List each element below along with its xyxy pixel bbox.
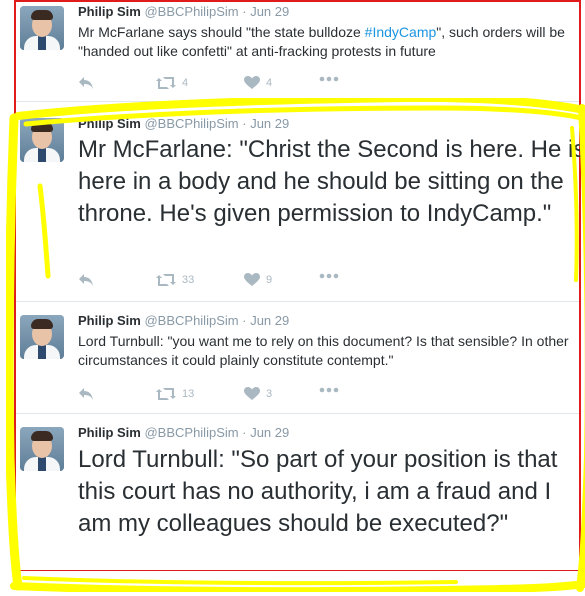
more-dots-icon	[319, 76, 339, 82]
author-name[interactable]: Philip Sim	[78, 313, 141, 328]
reply-arrow-icon	[79, 77, 93, 89]
separator-dot: ·	[242, 116, 247, 131]
separator-dot: ·	[242, 425, 247, 440]
reply-button[interactable]	[78, 76, 94, 90]
reply-button[interactable]	[78, 387, 94, 401]
heart-icon	[244, 387, 260, 400]
retweet-count: 4	[182, 77, 189, 89]
tweet-1[interactable]: Philip Sim @BBCPhilipSim · Jun 29 Mr McF…	[16, 2, 579, 102]
retweet-button[interactable]: 4	[156, 76, 188, 90]
like-count: 3	[266, 388, 273, 400]
author-handle[interactable]: @BBCPhilipSim	[144, 313, 238, 328]
tweet-timestamp[interactable]: Jun 29	[250, 313, 289, 328]
more-button[interactable]	[319, 387, 339, 393]
hashtag-link[interactable]: #IndyCamp	[365, 24, 437, 40]
author-handle[interactable]: @BBCPhilipSim	[144, 116, 238, 131]
like-button[interactable]: 4	[244, 76, 272, 90]
tweet-header: Philip Sim @BBCPhilipSim · Jun 29	[78, 425, 289, 440]
retweet-button[interactable]: 33	[156, 273, 194, 287]
like-button[interactable]: 9	[244, 273, 272, 287]
separator-dot: ·	[242, 313, 247, 328]
author-name[interactable]: Philip Sim	[78, 425, 141, 440]
avatar[interactable]	[20, 6, 64, 50]
tweet-text: Lord Turnbull: "you want me to rely on t…	[78, 333, 569, 368]
more-dots-icon	[319, 387, 339, 393]
author-name[interactable]: Philip Sim	[78, 4, 141, 19]
reply-arrow-icon	[79, 388, 93, 400]
more-button[interactable]	[319, 76, 339, 82]
tweet-2[interactable]: Philip Sim @BBCPhilipSim · Jun 29 Mr McF…	[16, 110, 585, 302]
retweet-icon	[156, 388, 176, 400]
retweet-count: 13	[182, 388, 195, 400]
retweet-icon	[156, 274, 176, 286]
retweet-button[interactable]: 13	[156, 387, 194, 401]
heart-icon	[244, 76, 260, 89]
author-name[interactable]: Philip Sim	[78, 116, 141, 131]
like-count: 9	[266, 274, 273, 286]
like-button[interactable]: 3	[244, 387, 272, 401]
author-handle[interactable]: @BBCPhilipSim	[144, 425, 238, 440]
tweet-text: Mr McFarlane says should "the state bull…	[78, 23, 585, 61]
tweet-text-part: Mr McFarlane says should "the state bull…	[78, 24, 365, 40]
avatar[interactable]	[20, 118, 64, 162]
tweet-timestamp[interactable]: Jun 29	[250, 4, 289, 19]
reply-button[interactable]	[78, 273, 94, 287]
tweet-header: Philip Sim @BBCPhilipSim · Jun 29	[78, 4, 289, 19]
tweet-text: Mr McFarlane: "Christ the Second is here…	[78, 136, 585, 227]
avatar[interactable]	[20, 427, 64, 471]
heart-icon	[244, 273, 260, 286]
author-handle[interactable]: @BBCPhilipSim	[144, 4, 238, 19]
more-button[interactable]	[319, 273, 339, 279]
avatar[interactable]	[20, 315, 64, 359]
retweet-icon	[156, 77, 176, 89]
tweet-3[interactable]: Philip Sim @BBCPhilipSim · Jun 29 Lord T…	[16, 303, 579, 414]
tweet-timestamp[interactable]: Jun 29	[250, 425, 289, 440]
more-dots-icon	[319, 273, 339, 279]
reply-arrow-icon	[79, 274, 93, 286]
like-count: 4	[266, 77, 273, 89]
tweet-header: Philip Sim @BBCPhilipSim · Jun 29	[78, 116, 289, 131]
separator-dot: ·	[242, 4, 247, 19]
retweet-count: 33	[182, 274, 195, 286]
tweet-4[interactable]: Philip Sim @BBCPhilipSim · Jun 29 Lord T…	[16, 415, 579, 570]
tweet-text: Lord Turnbull: "So part of your position…	[78, 446, 558, 537]
tweet-timestamp[interactable]: Jun 29	[250, 116, 289, 131]
tweet-header: Philip Sim @BBCPhilipSim · Jun 29	[78, 313, 289, 328]
